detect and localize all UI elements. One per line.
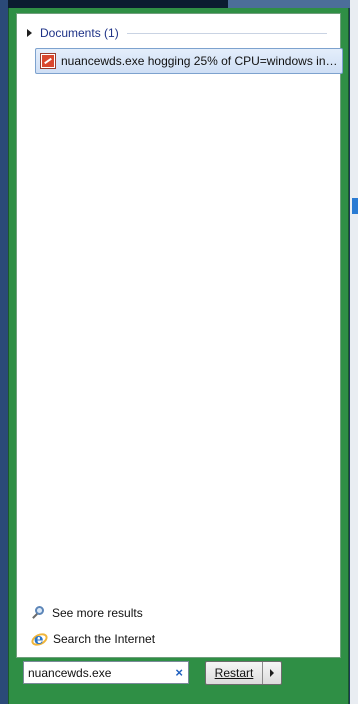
documents-group-header[interactable]: Documents (1) <box>27 25 327 41</box>
start-menu: Documents (1) nuancewds.exe hogging 25% … <box>8 8 349 704</box>
search-internet-link[interactable]: e Search the Internet <box>29 629 156 649</box>
restart-split-button: Restart <box>205 661 282 685</box>
expand-arrow-icon[interactable] <box>27 29 32 37</box>
restart-label: Restart <box>214 666 254 680</box>
internet-explorer-icon: e <box>29 630 50 648</box>
document-file-icon <box>40 53 56 69</box>
see-more-results-label: See more results <box>52 606 143 620</box>
desktop-right-strip <box>350 0 358 704</box>
clear-search-icon[interactable]: × <box>175 665 183 680</box>
start-menu-bottom-bar: × Restart <box>16 658 341 697</box>
restart-button[interactable]: Restart <box>206 666 262 680</box>
document-result-label: nuancewds.exe hogging 25% of CPU=windows… <box>61 54 342 68</box>
search-input[interactable] <box>24 665 166 680</box>
magnifier-icon <box>31 605 47 621</box>
desktop-left-strip <box>0 0 8 704</box>
search-box[interactable]: × <box>23 661 189 684</box>
desktop-top-strip <box>0 0 358 8</box>
search-results-pane: Documents (1) nuancewds.exe hogging 25% … <box>16 13 343 658</box>
see-more-results-link[interactable]: See more results <box>31 603 143 623</box>
document-result-item[interactable]: nuancewds.exe hogging 25% of CPU=windows… <box>35 48 343 74</box>
desktop-window-edge <box>352 198 358 214</box>
power-options-button[interactable] <box>263 662 281 684</box>
search-internet-label: Search the Internet <box>53 632 156 646</box>
chevron-right-icon <box>270 669 274 677</box>
group-divider <box>126 32 327 34</box>
desktop-taskbar-edge <box>228 0 358 8</box>
documents-group-title[interactable]: Documents (1) <box>40 26 119 40</box>
